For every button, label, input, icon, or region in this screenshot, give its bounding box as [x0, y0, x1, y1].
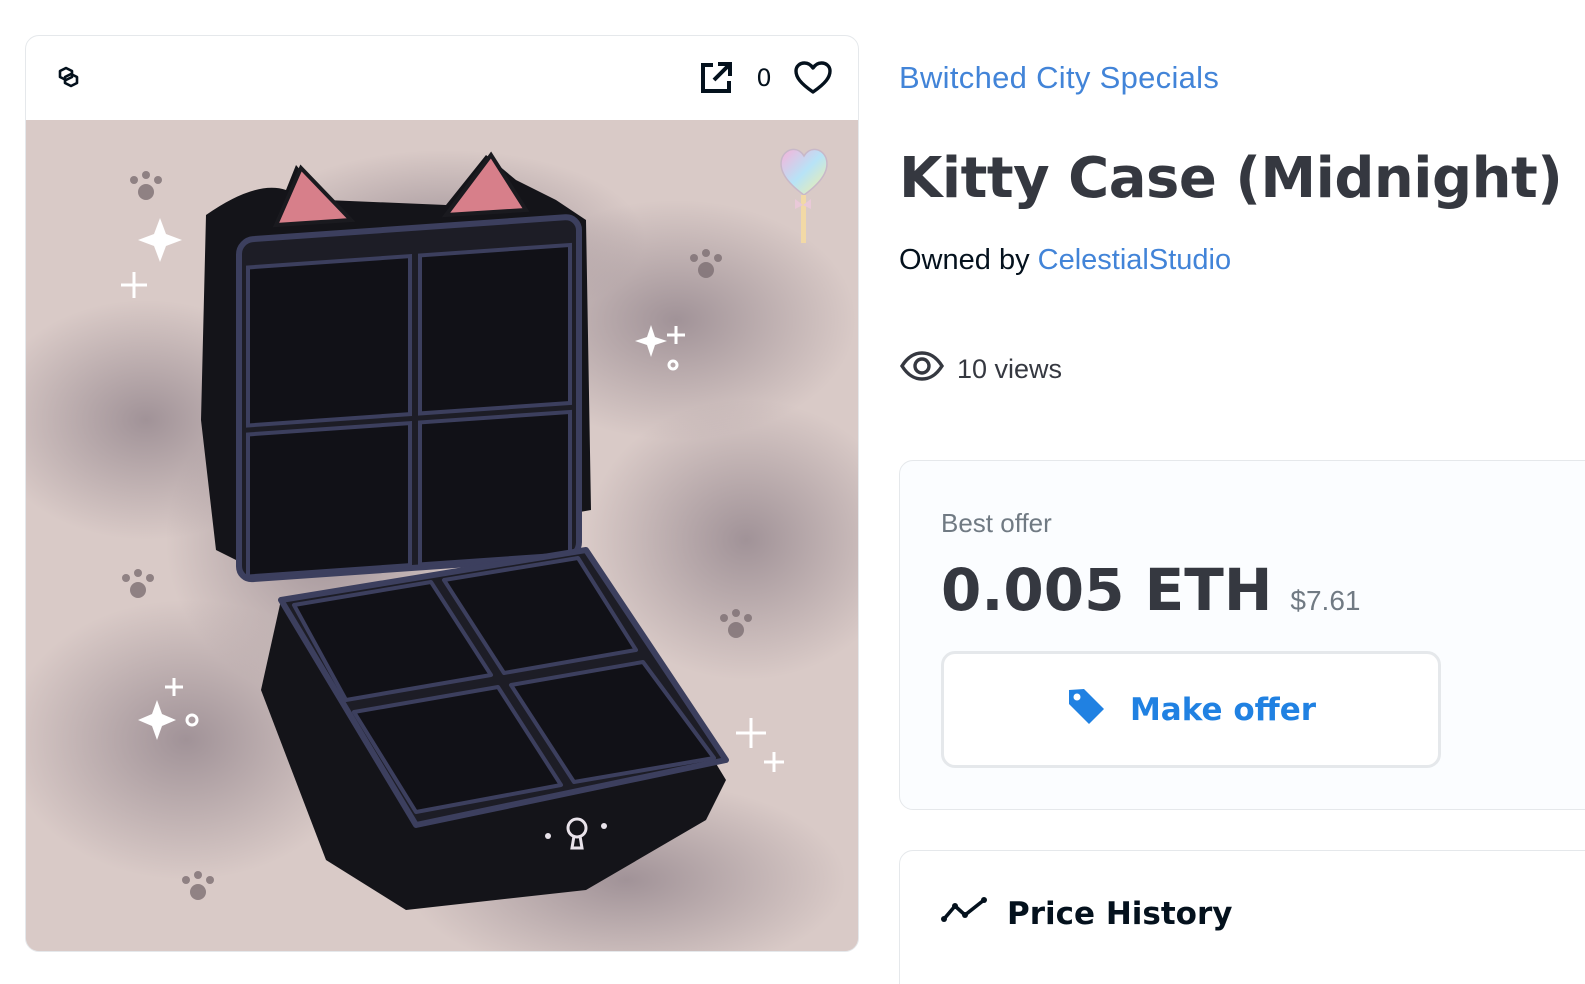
offer-price: 0.005 ETH $7.61 — [941, 556, 1360, 624]
price-history-header[interactable]: Price History — [941, 895, 1232, 933]
trend-line-icon — [941, 895, 987, 933]
media-card: 0 — [25, 35, 859, 952]
media-actions: 0 — [698, 60, 832, 96]
owner-link[interactable]: CelestialStudio — [1038, 244, 1231, 276]
item-page: 0 Bwitched City Specials Kitty Case (Mid… — [0, 0, 1585, 984]
item-title: Kitty Case (Midnight) — [899, 146, 1563, 211]
polygon-icon[interactable] — [52, 62, 84, 94]
favorite-count: 0 — [756, 64, 772, 92]
owned-by-label: Owned by — [899, 244, 1030, 276]
price-eth: 0.005 ETH — [941, 556, 1273, 624]
nft-image[interactable] — [26, 120, 858, 951]
price-history-panel[interactable]: Price History — [899, 850, 1585, 984]
owner-row: Owned by CelestialStudio — [899, 244, 1231, 277]
tag-icon — [1066, 686, 1106, 734]
external-link-icon[interactable] — [698, 60, 734, 96]
price-usd: $7.61 — [1290, 585, 1361, 616]
media-header: 0 — [26, 36, 858, 120]
eye-icon — [899, 350, 945, 389]
price-history-title: Price History — [1007, 896, 1233, 932]
make-offer-button[interactable]: Make offer — [941, 651, 1441, 768]
collection-link[interactable]: Bwitched City Specials — [899, 60, 1219, 96]
make-offer-label: Make offer — [1129, 691, 1317, 728]
offer-panel: Best offer 0.005 ETH $7.61 Make offer — [899, 460, 1585, 810]
heart-outline-icon[interactable] — [794, 61, 832, 95]
views-row: 10 views — [899, 350, 1062, 389]
views-count: 10 views — [957, 354, 1063, 384]
best-offer-label: Best offer — [941, 508, 1052, 538]
